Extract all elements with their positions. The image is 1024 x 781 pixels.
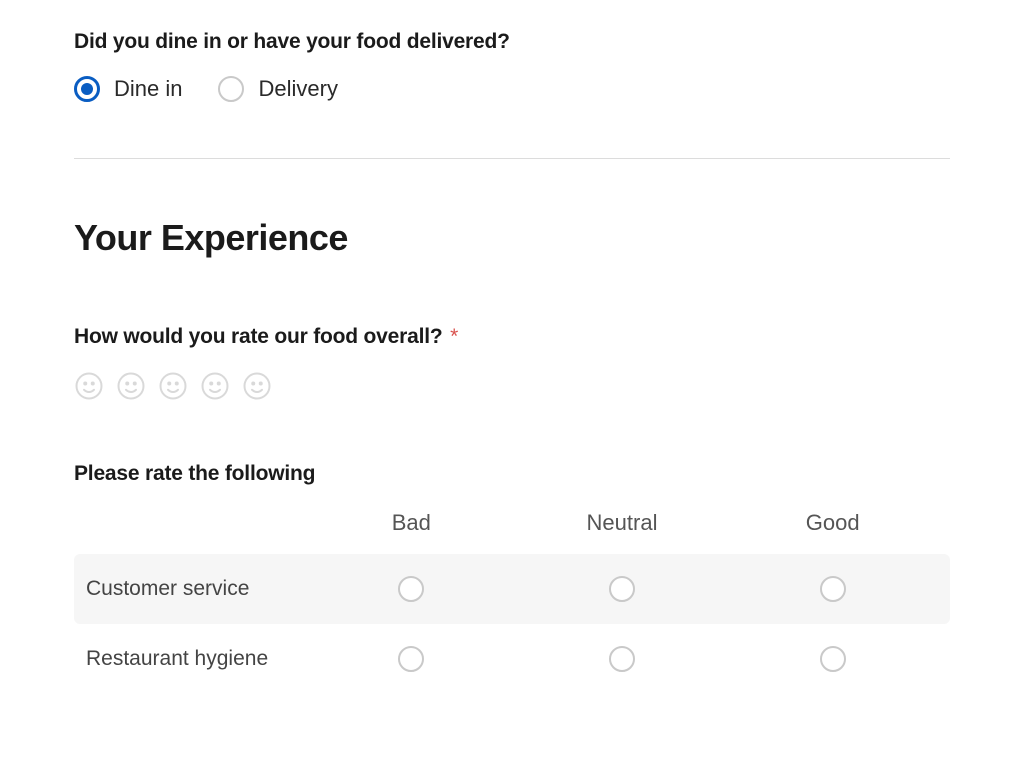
food-rating-scale [74,371,950,406]
matrix-radio-customer-service-bad[interactable] [398,576,424,602]
rating-matrix: Bad Neutral Good Customer service Restau… [74,510,950,695]
matrix-row-label: Customer service [86,576,306,602]
matrix-col-neutral: Neutral [517,510,728,536]
smiley-icon[interactable] [242,371,272,406]
radio-label: Dine in [114,76,182,102]
matrix-row-restaurant-hygiene: Restaurant hygiene [74,624,950,694]
required-asterisk: * [450,325,458,348]
dine-or-delivery-options: Dine in Delivery [74,76,950,102]
matrix-radio-customer-service-good[interactable] [820,576,846,602]
matrix-col-bad: Bad [306,510,517,536]
matrix-row-customer-service: Customer service [74,554,950,624]
experience-section-title: Your Experience [74,217,950,259]
radio-option-dine-in[interactable]: Dine in [74,76,182,102]
matrix-radio-restaurant-hygiene-bad[interactable] [398,646,424,672]
matrix-header: Bad Neutral Good [74,510,950,554]
food-rating-question: How would you rate our food overall? * [74,325,950,349]
smiley-icon[interactable] [74,371,104,406]
radio-icon [218,76,244,102]
dine-or-delivery-question: Did you dine in or have your food delive… [74,30,950,54]
matrix-col-good: Good [727,510,938,536]
smiley-icon[interactable] [116,371,146,406]
radio-label: Delivery [258,76,337,102]
matrix-radio-customer-service-neutral[interactable] [609,576,635,602]
matrix-radio-restaurant-hygiene-good[interactable] [820,646,846,672]
smiley-icon[interactable] [200,371,230,406]
radio-option-delivery[interactable]: Delivery [218,76,337,102]
rate-following-question: Please rate the following [74,462,950,486]
radio-dot-icon [81,83,93,95]
smiley-icon[interactable] [158,371,188,406]
radio-icon [74,76,100,102]
food-rating-label: How would you rate our food overall? [74,325,442,348]
matrix-row-label: Restaurant hygiene [86,646,306,672]
section-divider [74,158,950,159]
matrix-radio-restaurant-hygiene-neutral[interactable] [609,646,635,672]
